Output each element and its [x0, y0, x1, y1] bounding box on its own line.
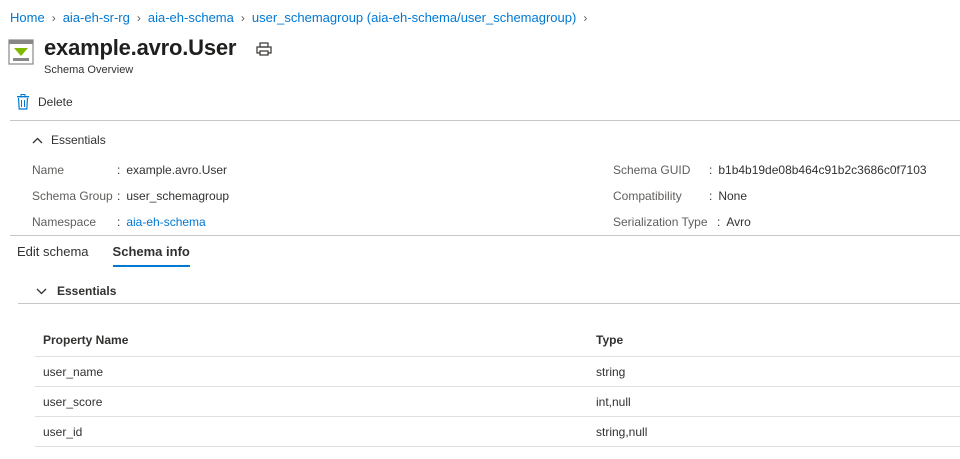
essentials-schema-guid: Schema GUID : b1b4b19de08b464c91b2c3686c… [613, 163, 927, 177]
schema-info-essentials-heading: Essentials [57, 284, 117, 298]
table-row: user_name string [35, 356, 960, 387]
essentials-compatibility: Compatibility : None [613, 189, 748, 203]
essentials-name: Name : example.avro.User [32, 163, 228, 177]
print-icon[interactable] [256, 42, 272, 56]
page-header: example.avro.User Schema Overview [8, 34, 272, 76]
divider [10, 120, 960, 121]
page-title: example.avro.User [44, 35, 237, 60]
table-row: user_id string,null [35, 416, 960, 447]
chevron-down-icon [36, 288, 47, 294]
property-name-cell: user_id [35, 416, 588, 447]
trash-icon [17, 94, 29, 110]
schema-icon [8, 39, 34, 65]
chevron-right-icon: › [583, 10, 588, 25]
essentials-toggle[interactable]: Essentials [32, 133, 106, 147]
tab-schema-info[interactable]: Schema info [112, 244, 190, 267]
breadcrumb-home[interactable]: Home [10, 10, 45, 25]
breadcrumb: Home › aia-eh-sr-rg › aia-eh-schema › us… [10, 10, 594, 25]
chevron-right-icon: › [240, 10, 245, 25]
schema-properties-table: Property Name Type user_name string user… [35, 324, 960, 447]
type-cell: int,null [588, 386, 960, 417]
chevron-up-icon [32, 137, 43, 143]
delete-label: Delete [38, 95, 73, 109]
breadcrumb-schema-group[interactable]: user_schemagroup (aia-eh-schema/user_sch… [252, 10, 576, 25]
essentials-namespace: Namespace : aia-eh-schema [32, 215, 206, 229]
divider [10, 235, 960, 236]
essentials-serialization-type: Serialization Type : Avro [613, 215, 751, 229]
essentials-schema-group: Schema Group : user_schemagroup [32, 189, 230, 203]
table-header-row: Property Name Type [35, 324, 960, 357]
column-header-property-name: Property Name [35, 324, 588, 357]
column-header-type: Type [588, 324, 960, 357]
delete-button[interactable]: Delete [16, 94, 73, 110]
breadcrumb-namespace[interactable]: aia-eh-schema [148, 10, 234, 25]
chevron-right-icon: › [51, 10, 56, 25]
property-name-cell: user_name [35, 356, 588, 387]
table-row: user_score int,null [35, 386, 960, 417]
page-subtitle: Schema Overview [44, 64, 134, 76]
property-name-cell: user_score [35, 386, 588, 417]
namespace-link[interactable]: aia-eh-schema [126, 215, 205, 229]
chevron-right-icon: › [136, 10, 141, 25]
type-cell: string,null [588, 416, 960, 447]
divider [18, 303, 960, 304]
schema-info-essentials-toggle[interactable]: Essentials [36, 284, 116, 298]
breadcrumb-resource-group[interactable]: aia-eh-sr-rg [63, 10, 130, 25]
tab-bar: Edit schema Schema info [17, 244, 214, 267]
essentials-heading: Essentials [51, 133, 106, 147]
tab-edit-schema[interactable]: Edit schema [17, 244, 89, 267]
type-cell: string [588, 356, 960, 387]
